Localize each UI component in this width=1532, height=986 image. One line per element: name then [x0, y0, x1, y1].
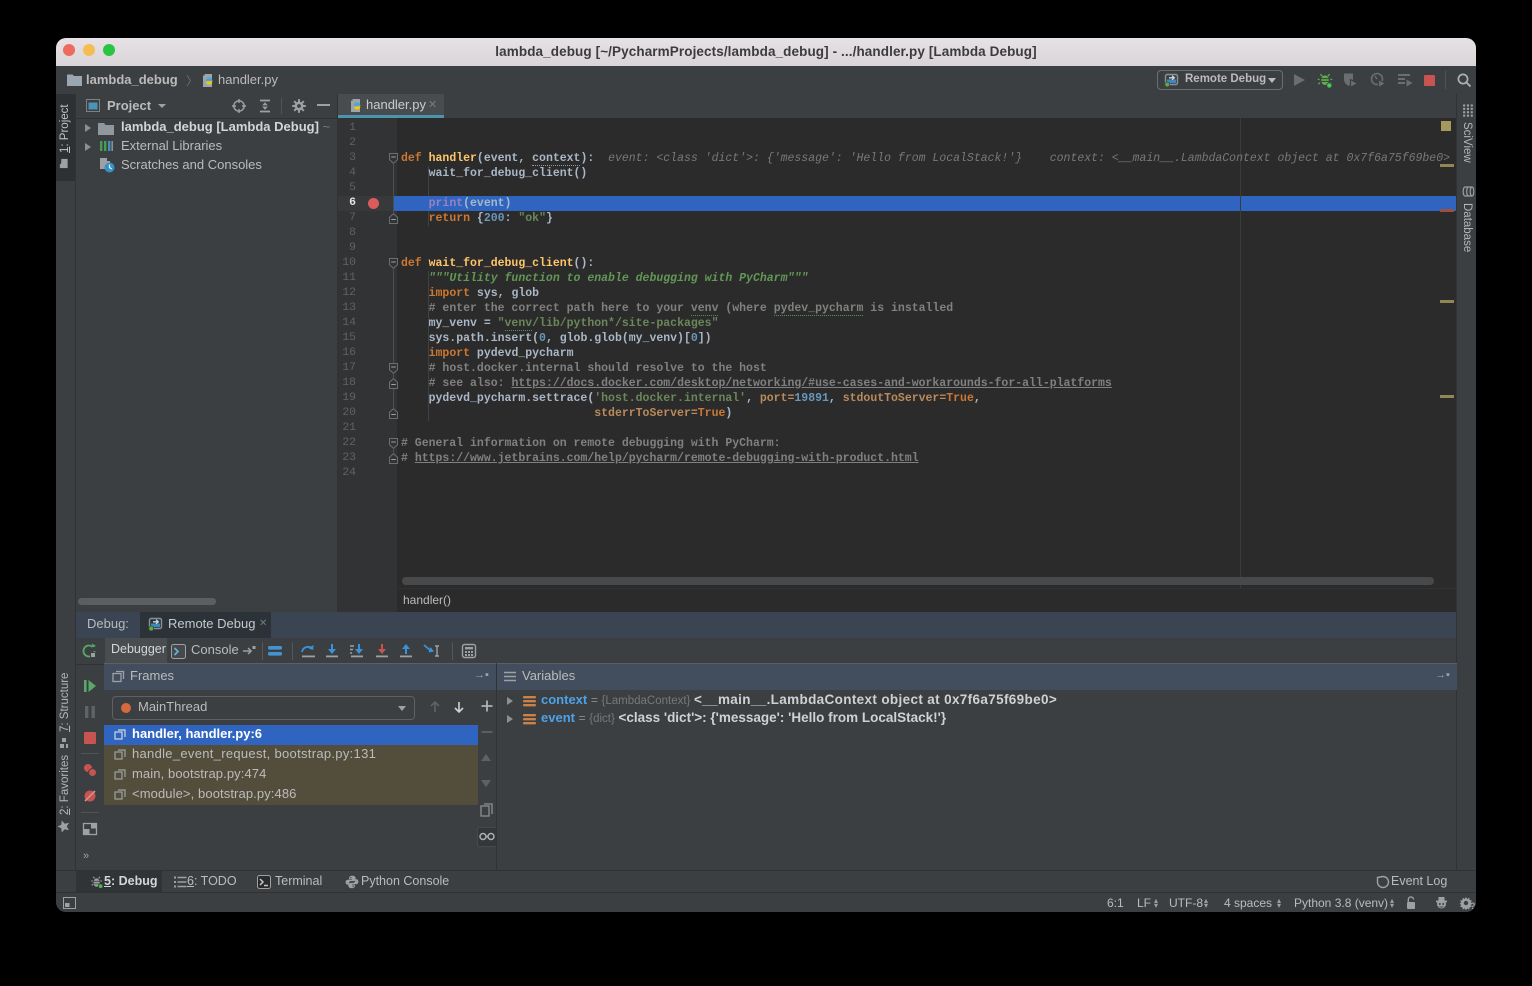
svg-text:?: ? [1470, 901, 1476, 910]
